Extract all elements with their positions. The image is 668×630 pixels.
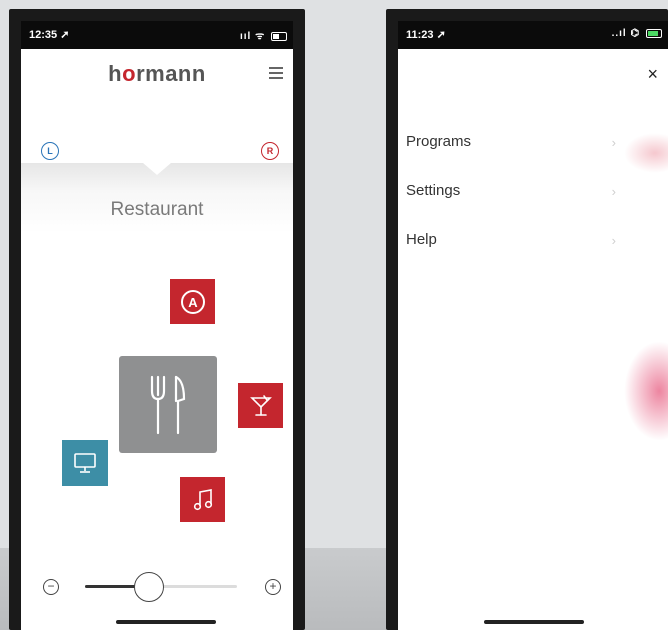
decrease-button[interactable]: − [43, 579, 59, 595]
slider-track[interactable] [85, 572, 237, 602]
menu-item-help[interactable]: Help › [406, 231, 616, 255]
music-program-tile[interactable] [180, 477, 225, 522]
status-bar: 11:23 ➚ ..ıl ⌬ [398, 21, 668, 49]
home-indicator [116, 620, 216, 624]
status-time: 11:23 ➚ [406, 29, 446, 41]
menu-item-settings[interactable]: Settings › [406, 182, 616, 206]
auto-a-icon: A [180, 289, 205, 314]
signal-wifi-icon: ııl ᯤ [239, 31, 266, 42]
menu-item-label: Settings [406, 182, 461, 199]
status-icons: ııl ᯤ [240, 28, 287, 42]
right-side-button[interactable]: R [261, 142, 279, 160]
menu-item-programs[interactable]: Programs › [406, 133, 616, 157]
signal-link-icon: ..ıl ⌬ [611, 28, 641, 39]
auto-mode-tile[interactable]: A [170, 279, 215, 324]
music-note-icon [193, 488, 212, 510]
pointer-notch [143, 163, 171, 175]
app-screen: 12:35 ➚ ııl ᯤ hormann L R Restaurant A −… [21, 21, 293, 630]
app-header: hormann [21, 49, 293, 105]
battery-icon [646, 28, 662, 38]
battery-icon [271, 31, 287, 41]
background-blur [624, 133, 668, 173]
status-time: 12:35 ➚ [29, 29, 70, 41]
program-title: Restaurant [110, 199, 204, 220]
menu-screen: 11:23 ➚ ..ıl ⌬ × Programs › Settings › H… [398, 21, 668, 630]
program-header: Restaurant [21, 163, 293, 233]
chevron-right-icon: › [611, 184, 616, 199]
close-icon[interactable]: × [647, 65, 658, 83]
background-blur [624, 341, 668, 441]
menu-item-label: Programs [406, 133, 472, 150]
cocktail-glass-icon [249, 394, 272, 416]
slider-thumb[interactable] [133, 572, 164, 602]
menu-item-label: Help [406, 231, 437, 248]
side-selector: L R [21, 139, 293, 163]
phone-left: 12:35 ➚ ııl ᯤ hormann L R Restaurant A −… [9, 9, 305, 630]
status-icons: ..ıl ⌬ [612, 28, 662, 39]
home-indicator [484, 620, 584, 624]
phone-right: 11:23 ➚ ..ıl ⌬ × Programs › Settings › H… [386, 9, 668, 630]
volume-slider-row: − + [21, 572, 293, 602]
presentation-program-tile[interactable] [62, 440, 108, 486]
monitor-icon [74, 453, 96, 473]
fork-knife-icon [150, 375, 186, 434]
status-bar: 12:35 ➚ ııl ᯤ [21, 21, 293, 49]
bar-program-tile[interactable] [238, 383, 283, 428]
left-side-button[interactable]: L [41, 142, 59, 160]
menu-hamburger-icon[interactable] [269, 67, 283, 79]
chevron-right-icon: › [611, 135, 616, 150]
svg-text:A: A [188, 295, 198, 310]
restaurant-program-tile[interactable] [119, 356, 217, 453]
chevron-right-icon: › [611, 233, 616, 248]
brand-logo: hormann [108, 61, 206, 86]
increase-button[interactable]: + [265, 579, 281, 595]
